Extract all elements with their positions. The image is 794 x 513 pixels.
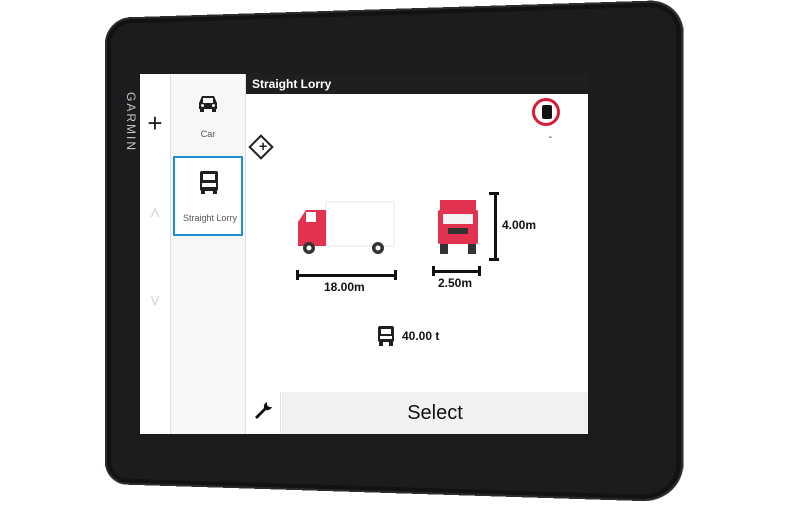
weight-lorry-icon — [378, 326, 394, 346]
vehicle-item-label: Straight Lorry — [182, 213, 238, 223]
height-dimension-line — [494, 192, 497, 260]
car-icon — [199, 96, 217, 112]
scroll-up-icon[interactable]: ˄ — [147, 204, 163, 222]
lorry-front-view-icon — [438, 200, 478, 254]
restriction-sign-value: - — [548, 132, 552, 143]
select-button[interactable]: Select — [282, 392, 588, 434]
lorry-side-view-icon — [298, 201, 395, 254]
length-value: 18.00m — [324, 280, 365, 294]
width-dimension-cap — [478, 266, 481, 276]
hazmat-toggle-button[interactable]: + — [248, 134, 274, 160]
vehicle-item-straight-lorry[interactable]: Straight Lorry — [173, 156, 243, 236]
vehicle-item-car[interactable]: Car — [171, 74, 245, 154]
vehicle-item-label: Car — [200, 129, 216, 139]
length-dimension-line — [298, 274, 396, 277]
hazmat-icon: + — [259, 137, 268, 154]
device-brand: GARMIN — [124, 92, 138, 152]
weight-indicator: 40.00 t — [376, 324, 439, 348]
width-dimension-line — [434, 270, 480, 273]
height-dimension-cap — [489, 258, 499, 261]
settings-button[interactable] — [246, 392, 281, 434]
height-dimension-cap — [489, 192, 499, 195]
device-screen: + ˄ ˅ Car Straight Lorry Straight Lorry … — [140, 74, 588, 434]
vehicle-profile-panel: - + 18.00m 2.50m 4.00m 40.00 t — [246, 94, 588, 394]
length-dimension-cap — [394, 270, 397, 280]
add-vehicle-button[interactable]: + — [144, 110, 166, 136]
left-toolbar: + ˄ ˅ — [140, 74, 171, 434]
scroll-down-icon[interactable]: ˅ — [147, 292, 163, 310]
page-title: Straight Lorry — [246, 74, 588, 94]
restriction-sign-icon — [532, 98, 560, 126]
wrench-icon — [255, 402, 272, 419]
height-value: 4.00m — [502, 218, 537, 232]
width-value: 2.50m — [438, 276, 473, 290]
weight-value: 40.00 t — [402, 329, 440, 343]
width-dimension-cap — [432, 266, 435, 276]
lorry-icon — [200, 171, 218, 194]
length-dimension-cap — [296, 270, 299, 280]
vehicle-profile-list: Car Straight Lorry — [171, 74, 246, 434]
